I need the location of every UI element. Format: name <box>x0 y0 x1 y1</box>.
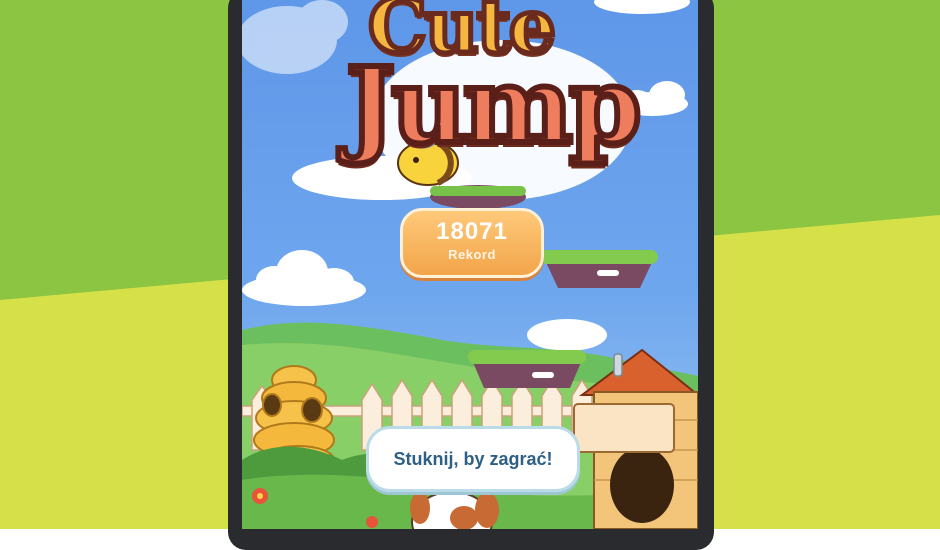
platform-middle <box>468 350 586 388</box>
tap-to-play-label: Stuknij, by zagrać! <box>393 448 553 469</box>
logo-title-line2: Jump <box>343 41 645 170</box>
game-screen[interactable]: Cute Jump 18071 Rekord Stuknij, by zagra… <box>242 0 698 529</box>
game-logo: Cute Jump <box>334 0 645 194</box>
best-score-badge: 18071 Rekord <box>400 208 544 278</box>
cloud-top-left <box>242 0 348 74</box>
best-score-label: Rekord <box>448 247 496 262</box>
platform-right <box>540 250 658 288</box>
best-score-value: 18071 <box>436 218 508 245</box>
puppy <box>410 491 499 529</box>
cloud-left <box>242 250 366 306</box>
tap-to-play-button[interactable]: Stuknij, by zagrać! <box>366 426 580 492</box>
cloud-middle <box>527 319 607 351</box>
